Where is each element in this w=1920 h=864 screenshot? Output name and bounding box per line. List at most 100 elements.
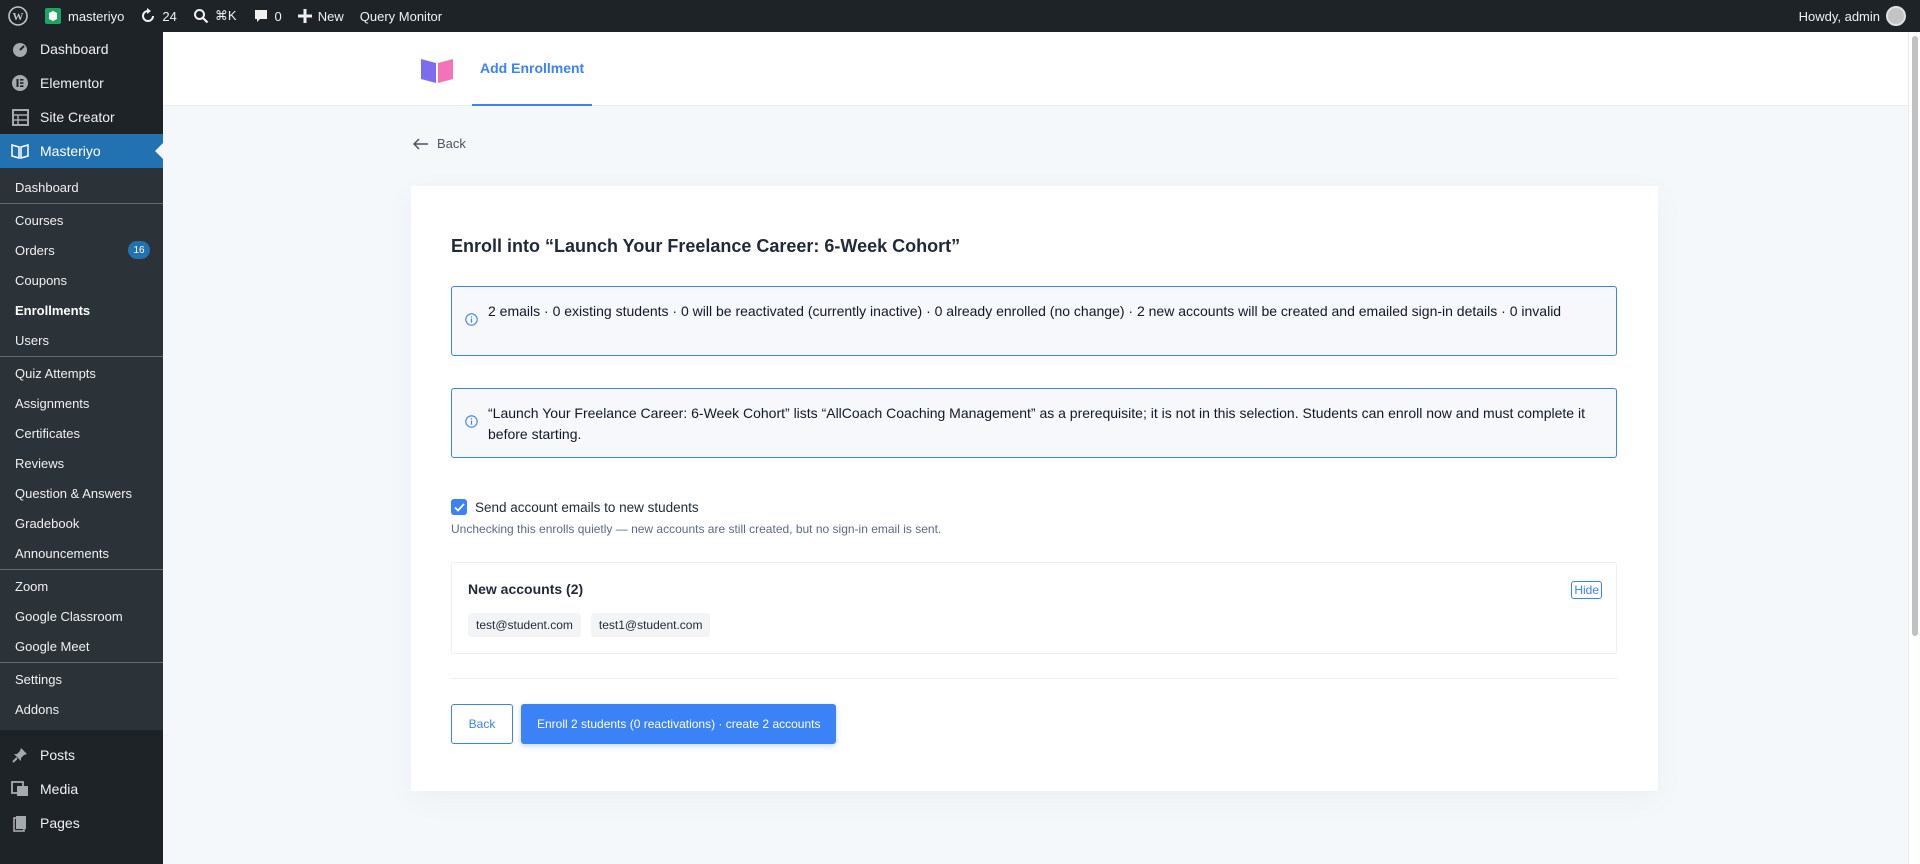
summary-notice-text: 2 emails · 0 existing students · 0 will …	[488, 303, 1562, 319]
menu-label: Pages	[40, 815, 80, 831]
media-icon	[10, 779, 30, 799]
summary-notice: 2 emails · 0 existing students · 0 will …	[451, 286, 1617, 356]
submenu-google-classroom[interactable]: Google Classroom	[0, 601, 163, 631]
send-emails-label: Send account emails to new students	[475, 499, 699, 515]
menu-label: Dashboard	[40, 41, 109, 57]
new-accounts-panel: New accounts (2) Hide test@student.com t…	[451, 562, 1617, 654]
refresh-icon	[142, 8, 155, 22]
submenu-zoom[interactable]: Zoom	[0, 571, 163, 601]
submenu-settings[interactable]: Settings	[0, 664, 163, 694]
plus-icon	[297, 9, 312, 23]
submenu-separator	[0, 569, 163, 570]
menu-label: Masteriyo	[40, 143, 101, 159]
main-content: Add Enrollment Back Enroll into “Launch …	[163, 32, 1908, 864]
submenu-google-meet[interactable]: Google Meet	[0, 631, 163, 661]
site-name-link[interactable]: masteriyo	[36, 0, 132, 32]
table-icon	[10, 107, 30, 127]
user-menu[interactable]: Howdy, admin	[1791, 0, 1920, 32]
submenu-certificates[interactable]: Certificates	[0, 418, 163, 448]
page-header: Add Enrollment	[163, 32, 1908, 106]
enroll-submit-button[interactable]: Enroll 2 students (0 reactivations) · cr…	[521, 704, 837, 744]
svg-text:W: W	[13, 11, 24, 23]
info-icon	[465, 313, 478, 326]
submenu-orders[interactable]: Orders 16	[0, 235, 163, 265]
dashboard-icon	[10, 39, 30, 59]
submenu-addons[interactable]: Addons	[0, 694, 163, 724]
avatar	[1886, 6, 1906, 26]
query-monitor-link[interactable]: Query Monitor	[352, 0, 450, 32]
tab-add-enrollment[interactable]: Add Enrollment	[472, 32, 593, 106]
back-link-label: Back	[437, 136, 466, 151]
submenu-assignments[interactable]: Assignments	[0, 388, 163, 418]
comments-link[interactable]: 0	[245, 0, 290, 32]
pin-icon	[10, 745, 30, 765]
account-chip: test1@student.com	[590, 613, 711, 637]
info-icon	[465, 415, 478, 428]
submenu-users[interactable]: Users	[0, 325, 163, 355]
menu-posts[interactable]: Posts	[0, 738, 163, 772]
menu-site-creator[interactable]: Site Creator	[0, 100, 163, 134]
updates-link[interactable]: 24	[132, 0, 184, 32]
masteriyo-submenu: Dashboard Courses Orders 16 Coupons Enro…	[0, 168, 163, 730]
submenu-announcements[interactable]: Announcements	[0, 538, 163, 568]
howdy-label: Howdy, admin	[1798, 8, 1880, 24]
submenu-separator	[0, 203, 163, 204]
new-accounts-list: test@student.com test1@student.com	[468, 613, 711, 637]
divider	[451, 678, 1617, 679]
submenu-gradebook[interactable]: Gradebook	[0, 508, 163, 538]
menu-media[interactable]: Media	[0, 772, 163, 806]
submenu-reviews[interactable]: Reviews	[0, 448, 163, 478]
page-icon	[10, 813, 30, 833]
send-emails-checkbox-row[interactable]: Send account emails to new students	[451, 499, 699, 515]
query-monitor-label: Query Monitor	[359, 8, 443, 24]
submenu-separator	[0, 662, 163, 663]
enrollment-card: Enroll into “Launch Your Freelance Caree…	[411, 186, 1658, 791]
submenu-separator	[0, 356, 163, 357]
account-chip: test@student.com	[468, 613, 581, 637]
submenu-courses[interactable]: Courses	[0, 205, 163, 235]
menu-label: Posts	[40, 747, 76, 763]
menu-label: Site Creator	[40, 109, 115, 125]
submenu-enrollments[interactable]: Enrollments	[0, 295, 163, 325]
check-icon	[453, 502, 465, 512]
menu-label: Elementor	[40, 75, 104, 91]
search-icon	[193, 9, 209, 24]
back-link[interactable]: Back	[413, 136, 466, 151]
orders-count-badge: 16	[128, 241, 150, 259]
elementor-icon	[10, 73, 30, 93]
submenu-question-answers[interactable]: Question & Answers	[0, 478, 163, 508]
prerequisite-notice: “Launch Your Freelance Career: 6-Week Co…	[451, 388, 1617, 458]
submenu-coupons[interactable]: Coupons	[0, 265, 163, 295]
search-shortcut-label: ⌘K	[214, 8, 237, 23]
admin-bar: W masteriyo 24 ⌘K 0 New Query Monitor Ho…	[0, 0, 1920, 32]
scrollbar-thumb[interactable]	[1912, 36, 1918, 636]
prerequisite-notice-text: “Launch Your Freelance Career: 6-Week Co…	[488, 405, 1585, 442]
wordpress-icon: W	[8, 6, 28, 26]
menu-dashboard[interactable]: Dashboard	[0, 32, 163, 66]
hide-button[interactable]: Hide	[1571, 581, 1602, 599]
page-scrollbar[interactable]	[1908, 32, 1920, 864]
back-button[interactable]: Back	[451, 704, 513, 744]
send-emails-checkbox[interactable]	[451, 499, 467, 515]
send-emails-hint: Unchecking this enrolls quietly — new ac…	[451, 522, 942, 536]
search-shortcut[interactable]: ⌘K	[185, 0, 245, 32]
wordpress-logo[interactable]: W	[0, 0, 36, 32]
menu-masteriyo[interactable]: Masteriyo	[0, 134, 163, 168]
submenu-quiz-attempts[interactable]: Quiz Attempts	[0, 358, 163, 388]
site-name: masteriyo	[68, 8, 125, 24]
masteriyo-logo-icon	[421, 59, 453, 83]
menu-elementor[interactable]: Elementor	[0, 66, 163, 100]
new-accounts-title: New accounts (2)	[468, 581, 584, 597]
updates-count: 24	[162, 8, 177, 24]
comments-count: 0	[274, 8, 282, 24]
book-icon	[10, 141, 30, 161]
submenu-dashboard[interactable]: Dashboard	[0, 172, 163, 202]
menu-pages[interactable]: Pages	[0, 806, 163, 840]
new-content-link[interactable]: New	[290, 0, 352, 32]
admin-sidebar: Dashboard Elementor Site Creator Masteri…	[0, 32, 163, 864]
site-icon	[45, 8, 61, 24]
new-label: New	[317, 8, 344, 24]
menu-label: Media	[40, 781, 79, 797]
submenu-orders-label: Orders	[15, 242, 55, 258]
